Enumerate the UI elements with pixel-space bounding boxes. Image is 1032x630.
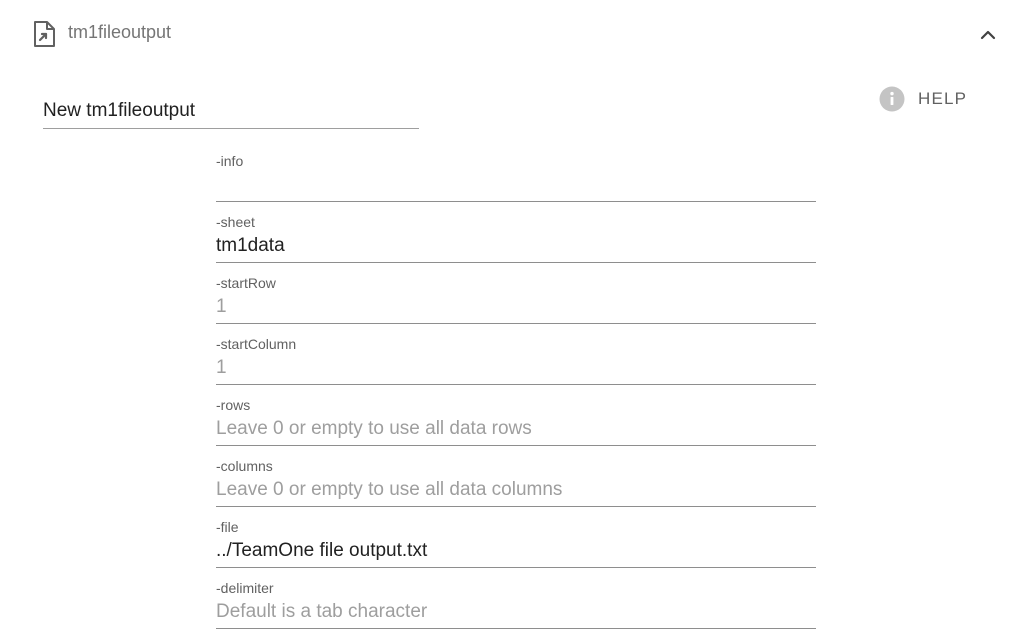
parameter-fields: -info -sheet -startRow -startColumn -row… [216,142,816,630]
panel-title: tm1fileoutput [68,22,172,42]
field-delimiter: -delimiter [216,569,816,629]
delimiter-input[interactable] [216,599,816,625]
field-file: -file [216,508,816,568]
info-icon [879,86,905,112]
name-input[interactable] [43,96,419,126]
help-label: HELP [918,89,968,108]
field-label: -info [216,153,244,169]
field-rows: -rows [216,386,816,446]
field-startrow: -startRow [216,264,816,324]
field-info: -info [216,142,816,202]
field-label: -startRow [216,275,276,291]
field-columns: -columns [216,447,816,507]
panel-header: tm1fileoutput [0,0,1032,66]
field-label: -delimiter [216,580,274,596]
sheet-input[interactable] [216,233,816,259]
chevron-up-icon[interactable] [976,24,1000,44]
rows-input[interactable] [216,416,816,442]
field-label: -columns [216,458,273,474]
startcolumn-input[interactable] [216,355,816,381]
field-label: -startColumn [216,336,297,352]
field-startcolumn: -startColumn [216,325,816,385]
file-export-icon [33,21,55,47]
info-input[interactable] [216,172,816,198]
field-label: -sheet [216,214,255,230]
name-field [43,96,419,129]
field-label: -rows [216,397,251,413]
columns-input[interactable] [216,477,816,503]
help-button[interactable]: HELP [879,86,967,112]
file-input[interactable] [216,538,816,564]
field-label: -file [216,519,239,535]
startrow-input[interactable] [216,294,816,320]
field-sheet: -sheet [216,203,816,263]
